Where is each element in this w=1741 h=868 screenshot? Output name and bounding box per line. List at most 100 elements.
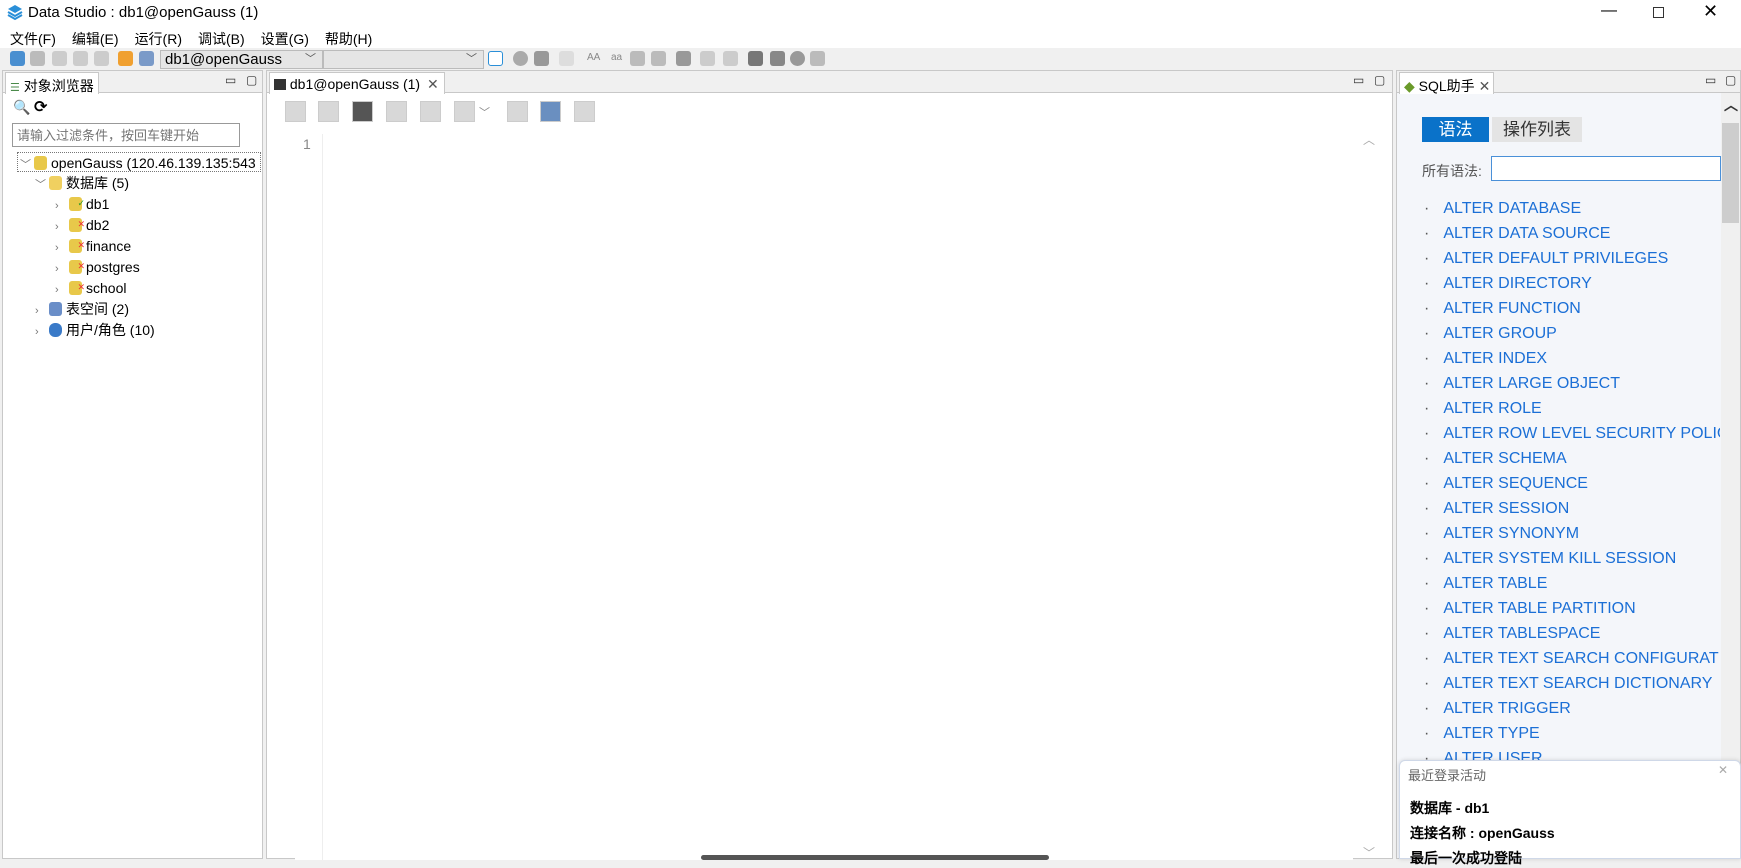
chevron-down-icon[interactable]: ﹀ (479, 104, 490, 120)
sql-syntax-item[interactable]: · ALTER DIRECTORY (1424, 275, 1720, 293)
toolbar-icon[interactable] (723, 51, 738, 66)
sql-syntax-item[interactable]: · ALTER TABLE (1424, 575, 1720, 593)
toolbar-icon[interactable] (73, 51, 88, 66)
tree-item-server[interactable]: ﹀ openGauss (120.46.139.135:543 (17, 152, 261, 172)
toolbar-icon[interactable] (52, 51, 67, 66)
sql-syntax-item[interactable]: · ALTER TRIGGER (1424, 700, 1720, 718)
schedule-icon[interactable] (454, 101, 475, 122)
debug-icon[interactable] (676, 51, 691, 66)
close-tab-icon[interactable]: ✕ (1479, 78, 1491, 94)
disconnect-icon[interactable] (30, 51, 45, 66)
sql-syntax-item[interactable]: · ALTER ROW LEVEL SECURITY POLICY (1424, 425, 1720, 443)
sql-syntax-item[interactable]: · ALTER GROUP (1424, 325, 1720, 343)
save-icon[interactable] (139, 51, 154, 66)
sql-syntax-item[interactable]: · ALTER LARGE OBJECT (1424, 375, 1720, 393)
format-icon[interactable] (507, 101, 528, 122)
sql-syntax-item[interactable]: · ALTER TABLESPACE (1424, 625, 1720, 643)
maximize-view-icon[interactable]: ▢ (246, 73, 257, 87)
tree-item-db[interactable]: › ✓ db1 (55, 194, 109, 214)
menu-run[interactable]: 运行(R) (125, 26, 188, 49)
tree-item-users[interactable]: › 用户/角色 (10) (35, 320, 155, 340)
outdent-icon[interactable] (651, 51, 666, 66)
bug-icon[interactable] (770, 51, 785, 66)
execute-icon[interactable] (285, 101, 306, 122)
sql-syntax-label: ALTER INDEX (1443, 350, 1548, 367)
toolbar-icon[interactable] (559, 51, 574, 66)
new-editor-icon[interactable] (488, 51, 503, 66)
tree-item-db[interactable]: › ✕ school (55, 278, 126, 298)
sql-syntax-item[interactable]: · ALTER SEQUENCE (1424, 475, 1720, 493)
sql-syntax-item[interactable]: · ALTER FUNCTION (1424, 300, 1720, 318)
connect-icon[interactable] (10, 51, 25, 66)
indent-icon[interactable] (630, 51, 645, 66)
menu-debug[interactable]: 调试(B) (188, 26, 251, 49)
sql-syntax-item[interactable]: · ALTER DEFAULT PRIVILEGES (1424, 250, 1720, 268)
syntax-filter-select[interactable] (1491, 156, 1721, 181)
tree-item-tablespaces[interactable]: › 表空间 (2) (35, 299, 129, 319)
toolbar-icon[interactable] (534, 51, 549, 66)
history-icon[interactable] (352, 101, 373, 122)
menu-settings[interactable]: 设置(G) (251, 26, 315, 49)
sql-syntax-item[interactable]: · ALTER SYSTEM KILL SESSION (1424, 550, 1720, 568)
restore-button[interactable] (1653, 7, 1664, 18)
toolbar-icon[interactable] (810, 51, 825, 66)
minimize-view-icon[interactable]: ▭ (225, 73, 236, 87)
close-popup-icon[interactable]: ✕ (1718, 763, 1728, 777)
tab-object-browser[interactable]: ☰ 对象浏览器 (5, 72, 99, 94)
maximize-view-icon[interactable]: ▢ (1725, 73, 1736, 87)
scroll-down-icon[interactable]: ﹀ (1363, 844, 1375, 861)
sql-syntax-item[interactable]: · ALTER TYPE (1424, 725, 1720, 743)
tab-sql-assistant[interactable]: ◆ SQL助手 ✕ (1399, 72, 1494, 94)
sql-editor[interactable]: 1 (295, 134, 1353, 860)
sql-syntax-item[interactable]: · ALTER TABLE PARTITION (1424, 600, 1720, 618)
sql-syntax-item[interactable]: · ALTER DATA SOURCE (1424, 225, 1720, 243)
sql-syntax-item[interactable]: · ALTER ROLE (1424, 400, 1720, 418)
open-folder-icon[interactable] (118, 51, 133, 66)
edit-icon[interactable] (574, 101, 595, 122)
menu-help[interactable]: 帮助(H) (315, 26, 378, 49)
minimize-button[interactable]: — (1601, 2, 1617, 20)
maximize-view-icon[interactable]: ▢ (1374, 73, 1385, 87)
close-tab-icon[interactable]: ✕ (427, 76, 439, 92)
toolbar-icon[interactable] (790, 51, 805, 66)
sql-syntax-item[interactable]: · ALTER SYNONYM (1424, 525, 1720, 543)
vertical-scrollbar[interactable]: ︿ (1721, 93, 1740, 860)
tree-item-databases[interactable]: ﹀ 数据库 (5) (35, 173, 129, 193)
toolbar-icon[interactable] (700, 51, 715, 66)
horizontal-scrollbar[interactable] (701, 855, 1049, 860)
minimize-view-icon[interactable]: ▭ (1705, 73, 1716, 87)
close-button[interactable]: ✕ (1703, 1, 1718, 22)
sql-syntax-item[interactable]: · ALTER SESSION (1424, 500, 1720, 518)
connection-select[interactable]: db1@openGauss ﹀ (160, 50, 323, 69)
bug-icon[interactable] (748, 51, 763, 66)
lowercase-icon[interactable]: aa (611, 52, 622, 63)
scroll-up-icon[interactable]: ︿ (1363, 131, 1375, 148)
scrollbar-thumb[interactable] (1722, 123, 1739, 223)
minimize-view-icon[interactable]: ▭ (1353, 73, 1364, 87)
tab-operation-list[interactable]: 操作列表 (1492, 117, 1582, 142)
uppercase-icon[interactable]: AA (587, 52, 600, 63)
menu-file[interactable]: 文件(F) (0, 26, 62, 49)
sql-syntax-item[interactable]: · ALTER TEXT SEARCH DICTIONARY (1424, 675, 1720, 693)
tab-editor[interactable]: db1@openGauss (1) ✕ (269, 72, 445, 94)
refresh-icon[interactable]: ⟳ (34, 97, 47, 117)
popup-database: 数据库 - db1 (1410, 800, 1490, 816)
execute-icon[interactable] (513, 51, 528, 66)
execute-add-icon[interactable] (318, 101, 339, 122)
sql-syntax-item[interactable]: · ALTER INDEX (1424, 350, 1720, 368)
tree-item-db[interactable]: › ✕ db2 (55, 215, 109, 235)
tree-item-db[interactable]: › ✕ finance (55, 236, 131, 256)
import-icon[interactable] (386, 101, 407, 122)
search-icon[interactable]: 🔍 (13, 99, 30, 116)
sql-syntax-item[interactable]: · ALTER SCHEMA (1424, 450, 1720, 468)
menu-edit[interactable]: 编辑(E) (62, 26, 125, 49)
database-select[interactable]: ﹀ (323, 50, 484, 69)
toolbar-icon[interactable] (94, 51, 109, 66)
filter-input[interactable] (12, 123, 240, 147)
tab-syntax[interactable]: 语法 (1422, 117, 1489, 142)
export-icon[interactable] (420, 101, 441, 122)
explain-plan-icon[interactable] (540, 101, 561, 122)
sql-syntax-item[interactable]: · ALTER DATABASE (1424, 200, 1720, 218)
tree-item-db[interactable]: › ✕ postgres (55, 257, 140, 277)
sql-syntax-item[interactable]: · ALTER TEXT SEARCH CONFIGURATIC (1424, 650, 1720, 668)
